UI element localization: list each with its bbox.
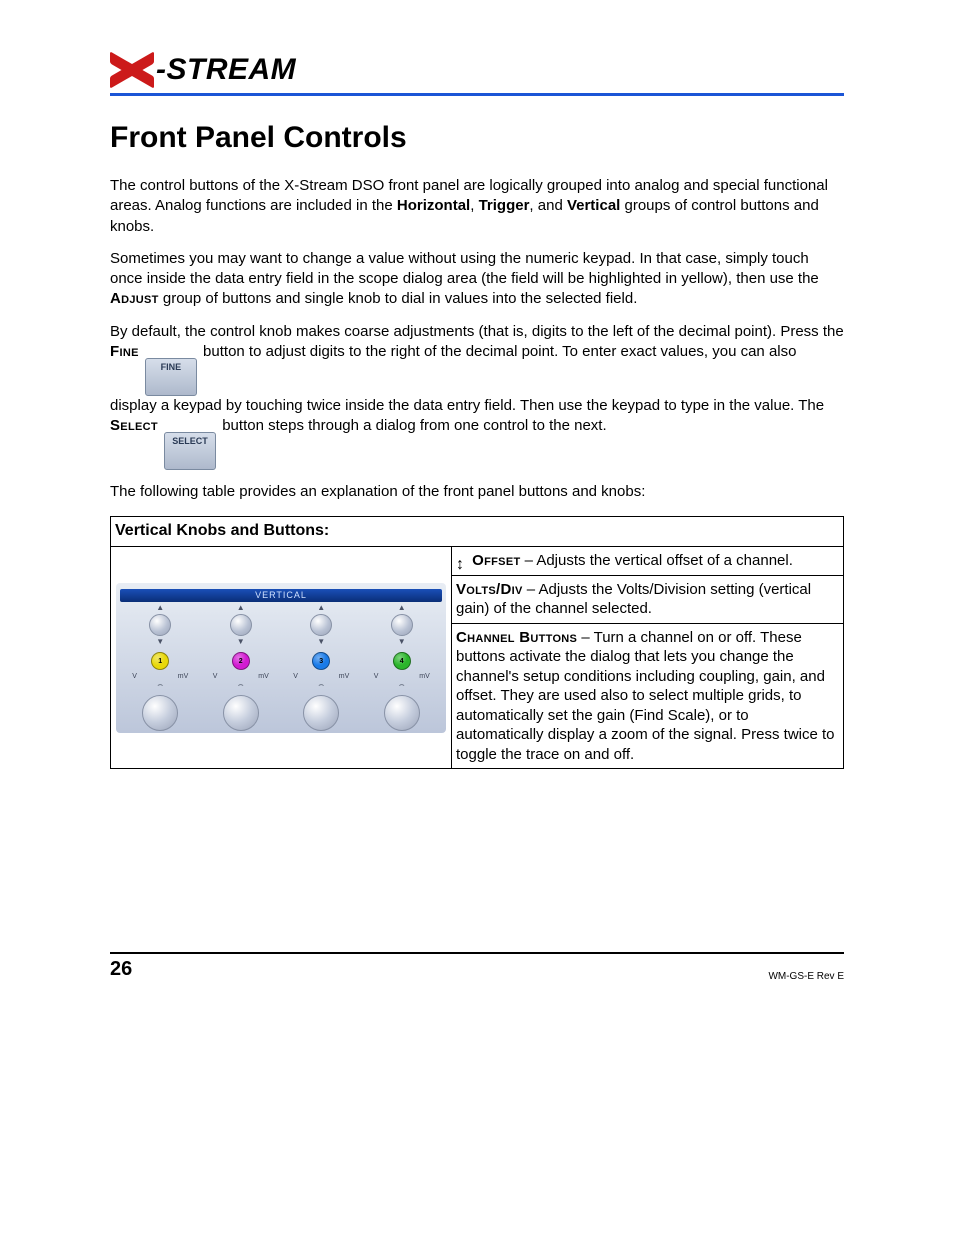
- panel-channel-column: ▲▼4VmV⌢: [364, 604, 440, 731]
- up-arrow-icon: ▲: [283, 604, 359, 612]
- up-arrow-icon: ▲: [364, 604, 440, 612]
- paragraph-4: The following table provides an explanat…: [110, 482, 844, 502]
- table-header: Vertical Knobs and Buttons:: [111, 517, 844, 547]
- up-arrow-icon: ▲: [122, 604, 198, 612]
- offset-knob: [391, 614, 413, 636]
- select-button-icon: SELECT: [164, 432, 216, 470]
- volts-div-knob: [142, 695, 178, 731]
- controls-table: Vertical Knobs and Buttons: VERTICAL ▲ ▼ 1…: [110, 516, 844, 769]
- offset-knob: [230, 614, 252, 636]
- page-footer: 26 WM-GS-E Rev E: [110, 952, 844, 983]
- panel-channel-column: ▲▼2VmV⌢: [203, 604, 279, 731]
- up-arrow-icon: ▲: [203, 604, 279, 612]
- doc-id: WM-GS-E Rev E: [768, 970, 844, 984]
- channel-button: 2: [232, 652, 250, 670]
- panel-channel-column: ▲▼1VmV⌢: [122, 604, 198, 731]
- panel-image-cell: VERTICAL ▲▼1VmV⌢▲▼2VmV⌢▲▼3VmV⌢▲▼4VmV⌢: [111, 547, 452, 769]
- offset-arrows-icon: ↕: [456, 561, 464, 569]
- channel-button: 3: [312, 652, 330, 670]
- channel-button: 4: [393, 652, 411, 670]
- offset-knob: [149, 614, 171, 636]
- down-arrow-icon: ▼: [283, 638, 359, 646]
- vertical-panel: VERTICAL ▲▼1VmV⌢▲▼2VmV⌢▲▼3VmV⌢▲▼4VmV⌢: [116, 583, 446, 733]
- paragraph-1: The control buttons of the X-Stream DSO …: [110, 176, 844, 237]
- page-title: Front Panel Controls: [110, 118, 844, 159]
- logo-x-icon: [110, 55, 154, 85]
- page-number: 26: [110, 956, 132, 983]
- table-row: Channel Buttons – Turn a channel on or o…: [452, 623, 844, 769]
- panel-banner: VERTICAL: [120, 589, 442, 603]
- logo: -STREAM: [110, 50, 844, 91]
- footer-rule: [110, 952, 844, 954]
- table-row: Volts/Div – Adjusts the Volts/Division s…: [452, 575, 844, 623]
- down-arrow-icon: ▼: [203, 638, 279, 646]
- header-rule: [110, 93, 844, 96]
- down-arrow-icon: ▼: [364, 638, 440, 646]
- volts-div-knob: [384, 695, 420, 731]
- volts-div-knob: [223, 695, 259, 731]
- offset-knob: [310, 614, 332, 636]
- table-row: ↕ Offset – Adjusts the vertical offset o…: [452, 547, 844, 576]
- down-arrow-icon: ▼: [122, 638, 198, 646]
- volts-div-knob: [303, 695, 339, 731]
- channel-button: 1: [151, 652, 169, 670]
- paragraph-3: By default, the control knob makes coars…: [110, 322, 844, 471]
- logo-text: -STREAM: [156, 50, 296, 91]
- paragraph-2: Sometimes you may want to change a value…: [110, 249, 844, 310]
- panel-channel-column: ▲▼3VmV⌢: [283, 604, 359, 731]
- fine-button-icon: FINE: [145, 358, 197, 396]
